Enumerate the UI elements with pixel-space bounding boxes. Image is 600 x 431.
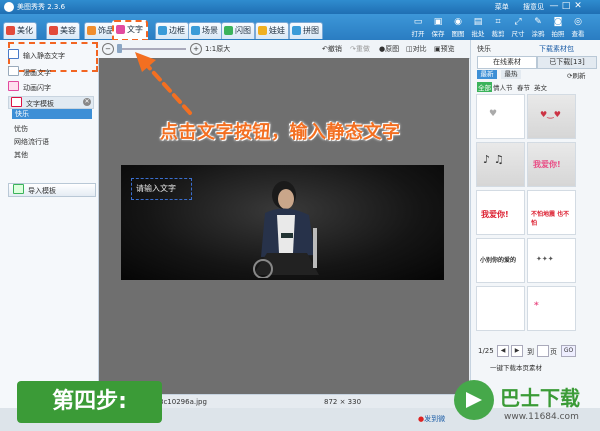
annotation-text: 点击文字按钮，输入静态文字 — [160, 122, 401, 143]
annotation-arrow-icon — [135, 52, 192, 115]
watermark-url: www.11684.com — [504, 412, 579, 422]
step-label: 第四步: — [17, 381, 162, 423]
watermark-brand: 巴士下载 — [500, 386, 580, 410]
